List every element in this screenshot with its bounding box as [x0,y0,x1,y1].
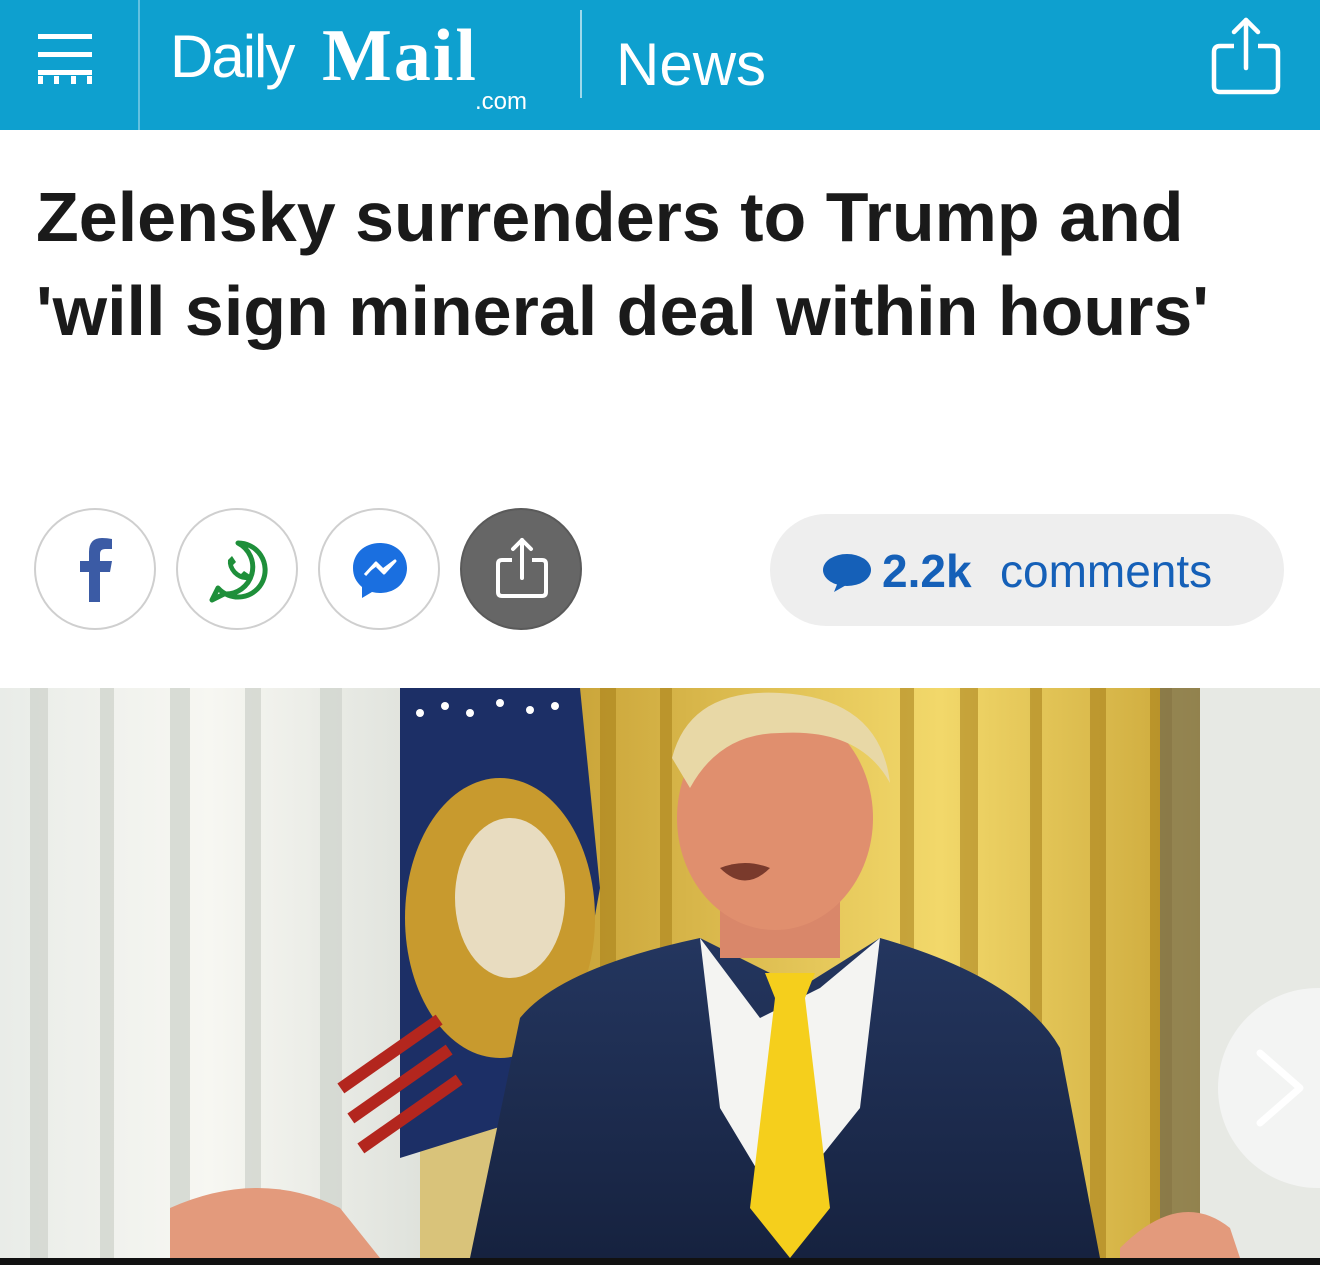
article-headline: Zelensky surrenders to Trump and 'will s… [36,178,1209,350]
section-label[interactable]: News [616,30,766,99]
chevron-right-icon [1256,1049,1304,1127]
facebook-share-button[interactable] [34,508,156,630]
messenger-share-button[interactable] [318,508,440,630]
comments-count: 2.2k [882,545,972,597]
site-logo[interactable]: Daily Mail .com [170,10,570,120]
article-hero-image[interactable] [0,688,1320,1258]
bottom-edge [0,1258,1320,1265]
messenger-icon [353,543,407,598]
section-divider [580,10,582,98]
whatsapp-share-button[interactable] [176,508,298,630]
logo-domain: .com [475,88,528,115]
whatsapp-icon [209,540,268,603]
next-image-button[interactable] [1218,988,1320,1188]
top-navigation-bar: Daily Mail .com News [0,0,1320,130]
logo-word-mail: Mail [322,15,478,97]
logo-word-daily: Daily [170,23,295,90]
more-share-options-button[interactable] [460,508,582,630]
facebook-icon [80,538,112,602]
share-icon [1211,17,1281,95]
share-icon [496,538,548,598]
comments-label: comments [1000,545,1213,597]
comments-button[interactable]: 2.2k comments [770,514,1284,626]
speech-bubble-icon [823,554,871,592]
header-share-button[interactable] [1210,12,1282,96]
menu-button[interactable] [0,0,138,130]
header-divider [138,0,140,130]
